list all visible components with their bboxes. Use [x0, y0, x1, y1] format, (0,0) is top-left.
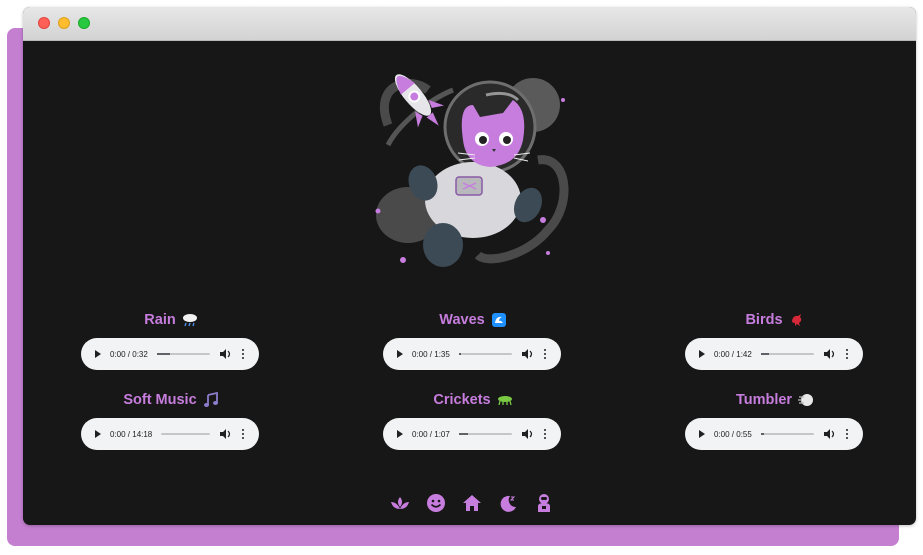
smile-icon[interactable]: [425, 492, 447, 514]
sound-title: Tumbler: [735, 392, 793, 408]
sound-title: Waves: [439, 312, 485, 328]
bird-icon: [791, 314, 801, 326]
audio-player[interactable]: 0:00 / 1:42: [685, 338, 863, 370]
wave-icon: [491, 313, 506, 327]
time-display: 0:00 / 1:07: [412, 429, 450, 439]
sound-title: Rain: [144, 312, 176, 328]
bottom-nav: [389, 492, 555, 514]
volume-icon[interactable]: [220, 349, 232, 359]
more-options-icon[interactable]: [544, 429, 547, 439]
more-options-icon[interactable]: [242, 349, 245, 359]
seek-bar[interactable]: [458, 433, 512, 435]
time-display: 0:00 / 14:18: [110, 429, 153, 439]
sound-card-soft-music: Soft Music 0:00 / 14:18: [81, 390, 261, 450]
time-display: 0:00 / 1:42: [714, 349, 752, 359]
volume-icon[interactable]: [522, 429, 534, 439]
volume-icon[interactable]: [522, 349, 534, 359]
play-icon[interactable]: [699, 430, 705, 438]
close-window-button[interactable]: [38, 17, 50, 29]
sound-card-tumbler: Tumbler 0:00 / 0:55: [685, 390, 865, 450]
play-icon[interactable]: [397, 350, 403, 358]
audio-player[interactable]: 0:00 / 0:55: [685, 418, 863, 450]
sound-title: Soft Music: [123, 392, 197, 408]
title-bar: [23, 7, 916, 41]
volume-icon[interactable]: [824, 349, 836, 359]
rain-cloud-icon: [182, 314, 197, 327]
sound-title: Crickets: [433, 392, 491, 408]
sound-title: Birds: [745, 312, 783, 328]
audio-player[interactable]: 0:00 / 1:07: [383, 418, 561, 450]
sound-card-crickets: Crickets 0:00 / 1:07: [383, 390, 563, 450]
browser-window: Rain 0:00 / 0:32 Waves 0:00 / 1:35 Birds…: [23, 7, 916, 525]
time-display: 0:00 / 1:35: [412, 349, 450, 359]
astronaut-cat-illustration: [375, 74, 569, 267]
minimize-window-button[interactable]: [58, 17, 70, 29]
audio-player[interactable]: 0:00 / 0:32: [81, 338, 259, 370]
moon-sleep-icon[interactable]: [497, 492, 519, 514]
seek-bar[interactable]: [156, 353, 210, 355]
lotus-icon[interactable]: [389, 492, 411, 514]
astronaut-icon[interactable]: [533, 492, 555, 514]
sound-card-birds: Birds 0:00 / 1:42: [685, 310, 865, 370]
music-note-icon: [203, 392, 218, 407]
audio-player[interactable]: 0:00 / 14:18: [81, 418, 259, 450]
sound-card-rain: Rain 0:00 / 0:32: [81, 310, 261, 370]
seek-bar[interactable]: [458, 353, 512, 355]
sound-card-waves: Waves 0:00 / 1:35: [383, 310, 563, 370]
audio-player[interactable]: 0:00 / 1:35: [383, 338, 561, 370]
more-options-icon[interactable]: [544, 349, 547, 359]
seek-bar[interactable]: [760, 433, 814, 435]
cricket-icon: [497, 396, 512, 406]
more-options-icon[interactable]: [242, 429, 245, 439]
more-options-icon[interactable]: [846, 349, 849, 359]
play-icon[interactable]: [95, 350, 101, 358]
play-icon[interactable]: [397, 430, 403, 438]
volume-icon[interactable]: [824, 429, 836, 439]
play-icon[interactable]: [699, 350, 705, 358]
time-display: 0:00 / 0:32: [110, 349, 148, 359]
play-icon[interactable]: [95, 430, 101, 438]
more-options-icon[interactable]: [846, 429, 849, 439]
home-icon[interactable]: [461, 492, 483, 514]
time-display: 0:00 / 0:55: [714, 429, 752, 439]
seek-bar[interactable]: [760, 353, 814, 355]
maximize-window-button[interactable]: [78, 17, 90, 29]
tumbler-icon: [798, 394, 814, 406]
volume-icon[interactable]: [220, 429, 232, 439]
seek-bar[interactable]: [161, 433, 210, 435]
